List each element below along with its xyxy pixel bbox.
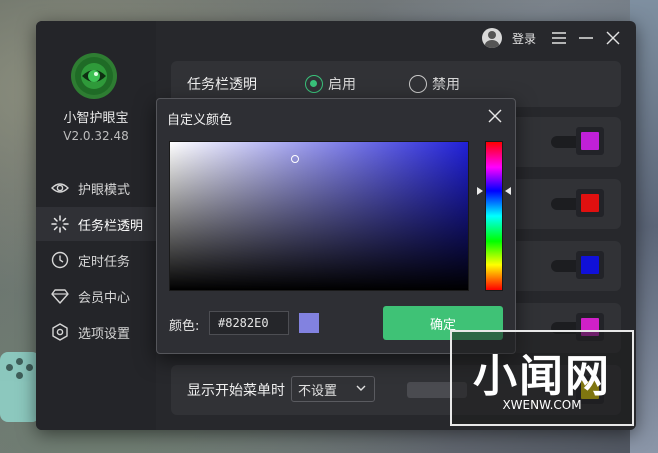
- app-logo: [71, 53, 117, 99]
- color-label: 颜色:: [169, 319, 200, 334]
- watermark-text: 小闻网: [473, 351, 611, 402]
- minimize-icon[interactable]: [576, 28, 596, 48]
- diamond-icon: [50, 286, 70, 306]
- menu-icon[interactable]: [549, 28, 569, 48]
- row-title: 显示开始菜单时: [187, 383, 285, 399]
- sidebar-item-label: 任务栏透明: [78, 218, 144, 234]
- sidebar-item-eye-mode[interactable]: 护眼模式: [36, 171, 156, 205]
- color-preview: [299, 313, 319, 333]
- avatar: [482, 28, 502, 48]
- watermark: 小闻网 XWENW.COM: [450, 330, 634, 426]
- login-area[interactable]: 登录: [482, 28, 536, 48]
- sparkle-icon: [50, 214, 70, 234]
- color-swatch-button[interactable]: [576, 251, 604, 279]
- app-version: V2.0.32.48: [63, 129, 129, 143]
- sidebar-item-taskbar-transparent[interactable]: 任务栏透明: [36, 207, 156, 241]
- radio-dot: [409, 75, 427, 93]
- color-swatch: [581, 194, 599, 212]
- hue-slider-arrow-left[interactable]: [477, 187, 483, 195]
- login-link[interactable]: 登录: [512, 30, 536, 47]
- color-swatch-button[interactable]: [576, 189, 604, 217]
- close-icon[interactable]: [603, 28, 623, 48]
- radio-label: 启用: [328, 77, 356, 93]
- sidebar-item-label: 护眼模式: [78, 182, 131, 198]
- radio-label: 禁用: [432, 77, 460, 93]
- color-swatch: [581, 256, 599, 274]
- hexagon-settings-icon: [50, 322, 70, 342]
- select-value: 不设置: [298, 383, 338, 399]
- sidebar-item-label: 定时任务: [78, 254, 131, 270]
- chevron-down-icon: [356, 385, 366, 391]
- sidebar-item-label: 选项设置: [78, 326, 131, 342]
- watermark-sub: XWENW.COM: [502, 398, 582, 412]
- sidebar-item-member-center[interactable]: 会员中心: [36, 279, 156, 313]
- dialog-title: 自定义颜色: [167, 113, 233, 128]
- radio-disable[interactable]: 禁用: [409, 74, 460, 94]
- custom-color-dialog: 自定义颜色 颜色: #8282E0 确定: [156, 98, 516, 354]
- radio-dot: [305, 75, 323, 93]
- color-swatch: [581, 132, 599, 150]
- sidebar-item-scheduled-tasks[interactable]: 定时任务: [36, 243, 156, 277]
- color-swatch-button[interactable]: [576, 127, 604, 155]
- sidebar: 小智护眼宝 V2.0.32.48 护眼模式 任务栏透明 定时任务 会员中心 选项…: [36, 21, 156, 430]
- start-menu-select[interactable]: 不设置: [291, 376, 375, 402]
- sidebar-item-label: 会员中心: [78, 290, 131, 306]
- saturation-value-picker[interactable]: [169, 141, 469, 291]
- hue-slider-arrow-right[interactable]: [505, 187, 511, 195]
- radio-enable[interactable]: 启用: [305, 74, 356, 94]
- hex-color-input[interactable]: #8282E0: [209, 311, 289, 335]
- background-controller-image: [0, 352, 40, 422]
- sidebar-item-settings[interactable]: 选项设置: [36, 315, 156, 349]
- close-icon[interactable]: [487, 108, 503, 124]
- row-title: 任务栏透明: [187, 77, 257, 93]
- eye-icon: [50, 178, 70, 198]
- picker-cursor[interactable]: [291, 155, 299, 163]
- hue-slider[interactable]: [485, 141, 503, 291]
- clock-icon: [50, 250, 70, 270]
- app-name: 小智护眼宝: [63, 111, 129, 126]
